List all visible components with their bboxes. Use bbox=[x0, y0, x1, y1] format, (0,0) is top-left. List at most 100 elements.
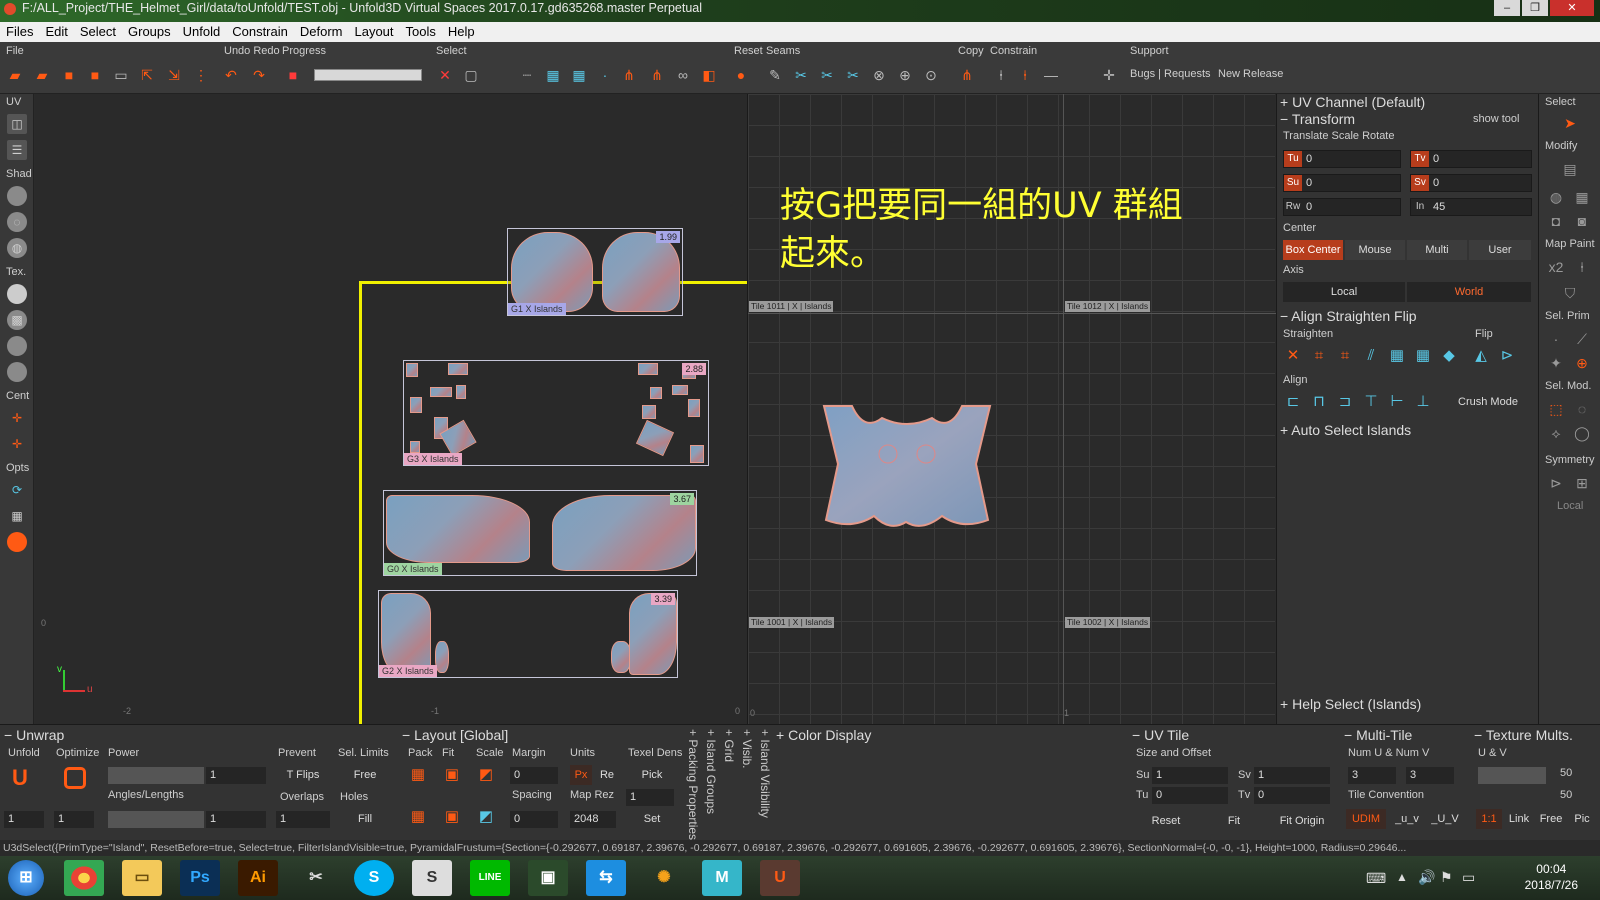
volume-icon[interactable]: 🔊 bbox=[1418, 869, 1435, 886]
align-right-icon[interactable]: ⊐ bbox=[1335, 392, 1355, 412]
straighten-square-icon[interactable]: ▦ bbox=[1413, 346, 1433, 366]
straighten-rotate-icon[interactable]: ◆ bbox=[1439, 346, 1459, 366]
angles-value[interactable]: 1 bbox=[206, 811, 266, 828]
cut-seam-icon[interactable]: ✎ bbox=[766, 66, 784, 84]
bugs-requests-link[interactable]: Bugs | Requests bbox=[1130, 68, 1211, 80]
menu-layout[interactable]: Layout bbox=[348, 22, 399, 42]
tu-field[interactable]: Tu 0 bbox=[1283, 150, 1401, 168]
center-all-icon[interactable]: ✛ bbox=[7, 408, 27, 428]
texture-map-icon[interactable] bbox=[7, 336, 27, 356]
sv-field[interactable]: Sv 0 bbox=[1410, 174, 1532, 192]
fit-icon[interactable]: ▣ bbox=[442, 765, 462, 785]
uv-upper-button[interactable]: _U_V bbox=[1428, 809, 1462, 829]
select-box-icon[interactable]: ▢ bbox=[462, 66, 480, 84]
photoshop-icon[interactable]: Ps bbox=[180, 860, 220, 896]
constrain-axis-icon[interactable]: ✛ bbox=[1100, 66, 1118, 84]
select-overlap-icon[interactable]: ◧ bbox=[700, 66, 718, 84]
tile-fit-button[interactable]: Fit bbox=[1202, 811, 1266, 831]
reset-icon[interactable]: ● bbox=[732, 66, 750, 84]
constrain-line-icon[interactable]: — bbox=[1042, 66, 1060, 84]
tile-fit-origin-button[interactable]: Fit Origin bbox=[1270, 811, 1334, 831]
link-button[interactable]: Link bbox=[1504, 809, 1534, 829]
u-mult-slider[interactable] bbox=[1478, 767, 1546, 784]
tile-tv-value[interactable]: 0 bbox=[1254, 787, 1330, 804]
fill-button[interactable]: Fill bbox=[338, 809, 392, 829]
packing-properties-tab[interactable]: + Packing Properties bbox=[686, 729, 700, 840]
texture-solid-icon[interactable] bbox=[7, 284, 27, 304]
uv-lower-button[interactable]: _u_v bbox=[1390, 809, 1424, 829]
options-sync-icon[interactable]: ⟳ bbox=[7, 480, 27, 500]
texel-value[interactable]: 1 bbox=[626, 789, 674, 806]
import-icon[interactable]: ⇲ bbox=[165, 66, 183, 84]
sketch-app-icon[interactable]: S bbox=[412, 860, 452, 896]
menu-files[interactable]: Files bbox=[0, 22, 39, 42]
mod-rect-icon[interactable]: ⬚ bbox=[1545, 398, 1567, 420]
user-center-button[interactable]: User bbox=[1469, 240, 1531, 260]
chrome-icon[interactable] bbox=[64, 860, 104, 896]
symmetry-add-icon[interactable]: ⊞ bbox=[1571, 472, 1593, 494]
visib-tab[interactable]: + Visib. bbox=[740, 729, 754, 768]
select-arrow-icon[interactable]: ➤ bbox=[1559, 112, 1581, 134]
uv-channel-header[interactable]: + UV Channel (Default) bbox=[1280, 94, 1536, 110]
unfold3d-icon[interactable]: U bbox=[760, 860, 800, 896]
prim-edge-icon[interactable]: ⟋ bbox=[1571, 328, 1593, 350]
modify-sphere-icon[interactable]: ◍ bbox=[1545, 186, 1567, 208]
mod-brush-icon[interactable]: ⟡ bbox=[1545, 422, 1567, 444]
overlaps-value[interactable]: 1 bbox=[276, 811, 330, 828]
scale-alt-icon[interactable]: ◩ bbox=[476, 807, 496, 827]
multi-tile-header[interactable]: − Multi-Tile bbox=[1344, 727, 1412, 743]
shade-grid-icon[interactable]: ◍ bbox=[7, 238, 27, 258]
multi-center-button[interactable]: Multi bbox=[1407, 240, 1467, 260]
select-point-icon[interactable]: · bbox=[596, 66, 614, 84]
menu-edit[interactable]: Edit bbox=[39, 22, 73, 42]
modify-lock-icon[interactable]: ◙ bbox=[1571, 210, 1593, 232]
menu-help[interactable]: Help bbox=[442, 22, 481, 42]
redo-icon[interactable]: ↷ bbox=[250, 66, 268, 84]
straighten-auto-icon[interactable]: ✕ bbox=[1283, 346, 1303, 366]
taskbar-clock[interactable]: 00:04 2018/7/26 bbox=[1525, 861, 1578, 893]
paint-shield-icon[interactable]: ⛉ bbox=[1559, 282, 1581, 304]
crush-mode-button[interactable]: Crush Mode bbox=[1445, 392, 1531, 412]
hierarchy-icon[interactable]: ⋮ bbox=[192, 66, 210, 84]
loop-seam-icon[interactable]: ✂ bbox=[844, 66, 862, 84]
select-islands-icon[interactable]: ▦ bbox=[570, 66, 588, 84]
island-group-g3[interactable]: 2.88 G3 X Islands bbox=[403, 360, 709, 466]
modify-grid-icon[interactable]: ▦ bbox=[1571, 186, 1593, 208]
mouse-center-button[interactable]: Mouse bbox=[1345, 240, 1405, 260]
free-button[interactable]: Free bbox=[338, 765, 392, 785]
in-field[interactable]: In 45 bbox=[1410, 198, 1532, 216]
prim-face-icon[interactable]: ✦ bbox=[1545, 352, 1567, 374]
menu-select[interactable]: Select bbox=[74, 22, 122, 42]
split-view-icon[interactable]: ◫ bbox=[7, 114, 27, 134]
monitor-app-icon[interactable]: ▣ bbox=[528, 860, 568, 896]
unfold-button[interactable]: U bbox=[12, 765, 40, 791]
unfold-iterations[interactable]: 1 bbox=[4, 811, 44, 828]
units-px-button[interactable]: Px bbox=[570, 765, 592, 785]
scale-icon[interactable]: ◩ bbox=[476, 765, 496, 785]
modify-brush-icon[interactable]: ▤ bbox=[1559, 158, 1581, 180]
color-display-header[interactable]: + Color Display bbox=[776, 727, 871, 743]
optimize-iterations[interactable]: 1 bbox=[54, 811, 94, 828]
axis-local-button[interactable]: Local bbox=[1283, 282, 1405, 302]
pack-icon[interactable]: ▦ bbox=[408, 765, 428, 785]
network-icon[interactable]: ▭ bbox=[1462, 869, 1475, 886]
modify-magnet-icon[interactable]: ◘ bbox=[1545, 210, 1567, 232]
power-slider[interactable] bbox=[108, 767, 204, 784]
texture-alt-icon[interactable] bbox=[7, 362, 27, 382]
undo-icon[interactable]: ↶ bbox=[222, 66, 240, 84]
shade-flat-icon[interactable] bbox=[7, 186, 27, 206]
illustrator-icon[interactable]: Ai bbox=[238, 860, 278, 896]
select-edges-icon[interactable]: ┈ bbox=[518, 66, 536, 84]
maya-icon[interactable]: M bbox=[702, 860, 742, 896]
axis-world-button[interactable]: World bbox=[1407, 282, 1531, 302]
select-tree-icon[interactable]: ⋔ bbox=[620, 66, 638, 84]
select-hierarchy-icon[interactable]: ⋔ bbox=[648, 66, 666, 84]
explorer-icon[interactable]: ▭ bbox=[122, 860, 162, 896]
mod-circle-icon[interactable]: ◯ bbox=[1571, 422, 1593, 444]
shade-wire-icon[interactable]: ◌ bbox=[7, 212, 27, 232]
texture-mults-header[interactable]: − Texture Mults. bbox=[1474, 727, 1573, 743]
split-seam-icon[interactable]: ✂ bbox=[818, 66, 836, 84]
copy-icon[interactable]: ⋔ bbox=[958, 66, 976, 84]
mod-lasso-icon[interactable]: ◌ bbox=[1571, 398, 1593, 420]
symmetry-mirror-icon[interactable]: ⊳ bbox=[1545, 472, 1567, 494]
